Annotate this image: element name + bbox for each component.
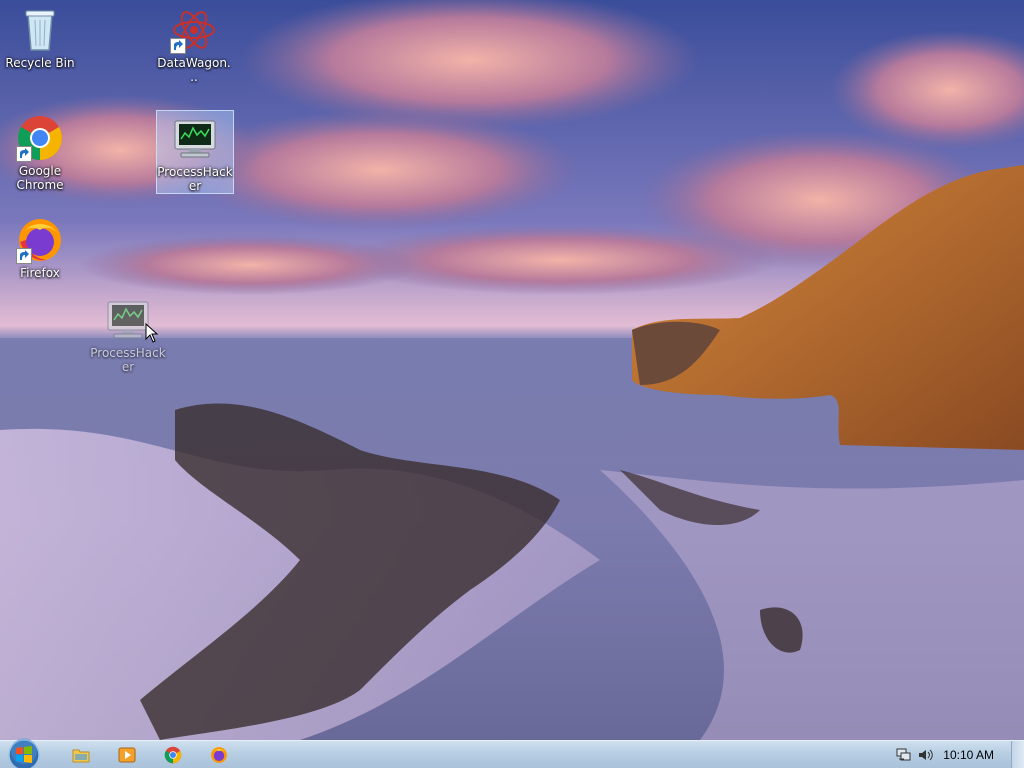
- shortcut-arrow-icon: [170, 38, 186, 54]
- system-tray: 10:10 AM: [884, 741, 1024, 768]
- taskbar: 10:10 AM: [0, 737, 1024, 768]
- shortcut-arrow-icon: [16, 248, 32, 264]
- desktop-icon-label: ProcessHacker: [157, 165, 233, 193]
- desktop-icon-google-chrome[interactable]: Google Chrome: [2, 114, 78, 192]
- taskbar-clock[interactable]: 10:10 AM: [943, 748, 994, 762]
- chrome-icon: [164, 746, 182, 764]
- shortcut-arrow-icon: [16, 146, 32, 162]
- desktop-icon-recycle-bin[interactable]: Recycle Bin: [2, 6, 78, 70]
- recycle-bin-icon: [25, 10, 55, 51]
- desktop-icon-firefox[interactable]: Firefox: [2, 216, 78, 280]
- desktop-icon-process-hacker[interactable]: ProcessHacker: [156, 110, 234, 194]
- desktop[interactable]: Recycle Bin DataWagon... Google Chrome P…: [0, 0, 1024, 740]
- firefox-icon: [211, 747, 227, 763]
- network-icon[interactable]: [896, 748, 912, 762]
- taskbar-chrome-button[interactable]: [156, 743, 190, 767]
- desktop-icon-label: ProcessHacker: [90, 346, 166, 374]
- volume-icon[interactable]: [918, 748, 934, 762]
- mouse-cursor-icon: [145, 323, 159, 343]
- windows-logo-icon: [8, 738, 40, 768]
- taskbar-media-player-button[interactable]: [110, 743, 144, 767]
- media-player-icon: [118, 747, 136, 763]
- process-hacker-icon: [174, 120, 216, 158]
- desktop-icon-datawagon[interactable]: DataWagon...: [156, 6, 232, 84]
- taskbar-firefox-button[interactable]: [202, 743, 236, 767]
- taskbar-explorer-button[interactable]: [64, 743, 98, 767]
- desktop-icon-label: Recycle Bin: [5, 56, 75, 70]
- desktop-icon-label: Firefox: [20, 266, 60, 280]
- show-desktop-button[interactable]: [1011, 741, 1024, 768]
- start-button[interactable]: [4, 737, 44, 768]
- desktop-icon-label: Google Chrome: [16, 164, 64, 192]
- folder-icon: [72, 749, 90, 763]
- desktop-icon-label: DataWagon...: [157, 56, 231, 84]
